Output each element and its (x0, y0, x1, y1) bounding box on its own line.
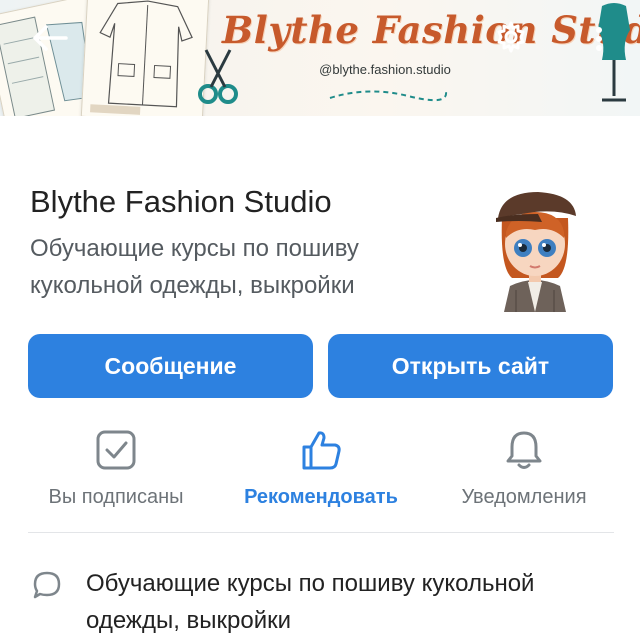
group-status: Обучающие курсы по пошиву кукольной одеж… (30, 235, 359, 299)
recommend-label: Рекомендовать (244, 486, 398, 508)
more-options-button[interactable] (584, 24, 614, 54)
doll-avatar-icon (496, 192, 576, 312)
checkbox-checked-icon (96, 430, 136, 470)
dress-form-icon (588, 0, 640, 110)
avatar[interactable] (482, 178, 588, 312)
more-vertical-icon (596, 27, 602, 51)
thumbs-up-icon (302, 431, 341, 470)
back-button[interactable] (30, 22, 70, 54)
back-arrow-icon (33, 25, 68, 51)
subscribed-button[interactable]: Вы подписаны (16, 428, 216, 518)
coat-pattern-sheet (80, 0, 210, 116)
cover-title: Blythe Fashion Studio (222, 8, 640, 52)
needle-thread-decoration (328, 84, 448, 104)
message-button[interactable]: Сообщение (28, 334, 313, 398)
divider (28, 532, 614, 533)
settings-button[interactable] (494, 20, 528, 54)
subscribed-label: Вы подписаны (48, 486, 184, 508)
open-site-button[interactable]: Открыть сайт (328, 334, 613, 398)
group-name: Blythe Fashion Studio (30, 184, 332, 219)
notifications-button[interactable]: Уведомления (424, 428, 624, 518)
notifications-label: Уведомления (461, 486, 587, 508)
profile-panel: Blythe Fashion Studio Обучающие курсы по… (0, 116, 640, 640)
bell-icon (506, 431, 542, 469)
gear-icon (497, 21, 525, 53)
description-text: Обучающие курсы по пошиву кукольной одеж… (86, 570, 535, 634)
cover-handle: @blythe.fashion.studio (319, 62, 451, 77)
speech-bubble-icon (32, 570, 62, 600)
cover-banner: Blythe Fashion Studio @blythe.fashion.st… (0, 0, 640, 116)
recommend-button[interactable]: Рекомендовать (221, 428, 421, 518)
